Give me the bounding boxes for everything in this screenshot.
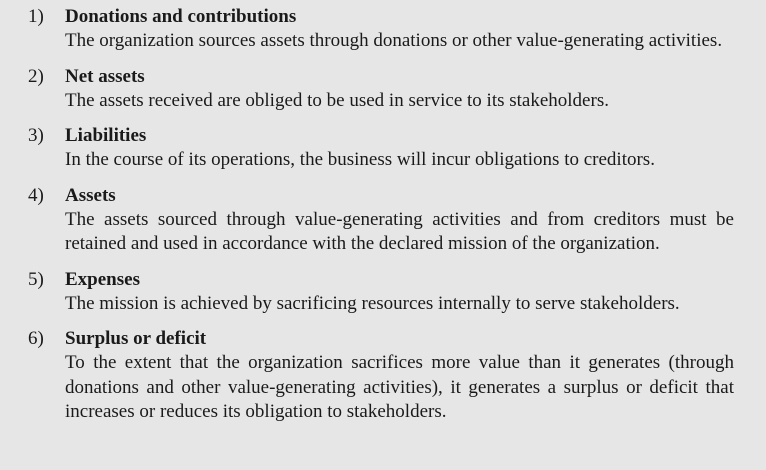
- item-number: 3): [28, 125, 44, 146]
- item-number: 2): [28, 65, 44, 87]
- item-title: Surplus or deficit: [65, 328, 207, 349]
- item-content: Donations and contributions The organiza…: [65, 5, 734, 54]
- item-description: The assets sourced through value-generat…: [65, 208, 734, 255]
- list-item: 3) Liabilities In the course of its oper…: [28, 124, 734, 173]
- list-item: 6) Surplus or deficit To the extent that…: [28, 327, 734, 425]
- item-title: Donations and contributions: [65, 6, 297, 27]
- item-content: Net assets The assets received are oblig…: [65, 65, 734, 114]
- list-item: 4) Assets The assets sourced through val…: [28, 184, 734, 257]
- list-item: 1) Donations and contributions The organ…: [28, 5, 734, 54]
- item-number: 5): [28, 268, 44, 290]
- item-title: Net assets: [65, 65, 145, 87]
- item-description: The mission is achieved by sacrificing r…: [65, 292, 680, 314]
- list-item: 2) Net assets The assets received are ob…: [28, 65, 734, 114]
- item-content: Assets The assets sourced through value-…: [65, 184, 734, 257]
- list-item: 5) Expenses The mission is achieved by s…: [28, 268, 734, 317]
- item-content: Expenses The mission is achieved by sacr…: [65, 268, 734, 317]
- item-description: In the course of its operations, the bus…: [65, 149, 655, 170]
- item-description: The assets received are obliged to be us…: [65, 89, 609, 111]
- numbered-list: 1) Donations and contributions The organ…: [0, 0, 766, 470]
- item-title: Expenses: [65, 268, 140, 290]
- item-title: Assets: [65, 184, 116, 206]
- item-description: To the extent that the organization sacr…: [65, 352, 734, 422]
- item-content: Liabilities In the course of its operati…: [65, 124, 734, 173]
- item-number: 6): [28, 328, 44, 349]
- item-description: The organization sources assets through …: [65, 30, 723, 51]
- item-number: 4): [28, 184, 44, 206]
- item-number: 1): [28, 6, 44, 27]
- item-title: Liabilities: [65, 125, 147, 146]
- item-content: Surplus or deficit To the extent that th…: [65, 327, 734, 425]
